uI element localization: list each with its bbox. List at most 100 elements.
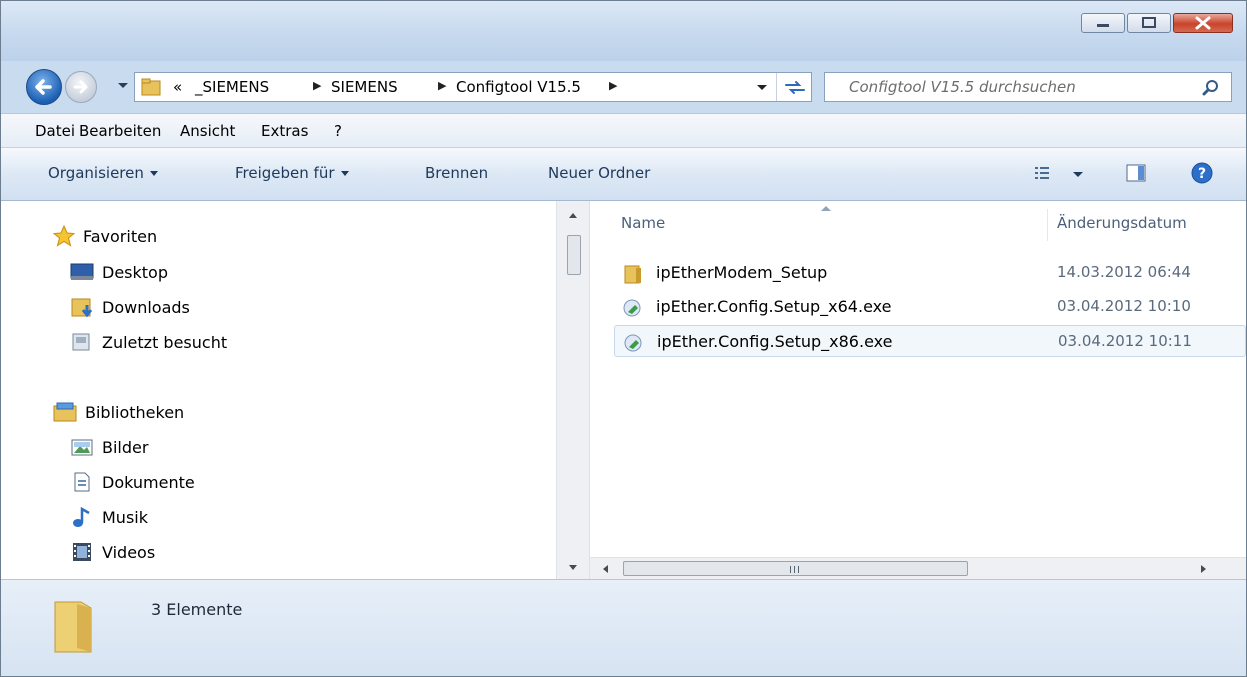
forward-button[interactable] bbox=[65, 71, 97, 103]
command-bar: Organisieren Freigeben für Brennen Neuer… bbox=[1, 147, 1246, 201]
nav-desktop[interactable]: Desktop bbox=[70, 258, 168, 286]
menu-bearbeiten[interactable]: Bearbeiten bbox=[79, 122, 161, 140]
installer-icon bbox=[623, 299, 641, 317]
nav-downloads-label: Downloads bbox=[102, 297, 190, 317]
file-name: ipEther.Config.Setup_x86.exe bbox=[657, 332, 893, 351]
star-icon bbox=[53, 225, 75, 247]
breadcrumb-overflow[interactable]: « bbox=[173, 78, 182, 96]
organize-label: Organisieren bbox=[48, 164, 144, 182]
nav-libraries[interactable]: Bibliotheken bbox=[53, 398, 184, 426]
menu-help[interactable]: ? bbox=[334, 122, 342, 140]
nav-recent-label: Zuletzt besucht bbox=[102, 332, 228, 352]
search-input[interactable]: Configtool V15.5 durchsuchen bbox=[849, 78, 1076, 96]
breadcrumb-separator-icon[interactable]: ▶ bbox=[438, 79, 446, 92]
title-bar bbox=[1, 1, 1246, 61]
nav-desktop-label: Desktop bbox=[102, 262, 168, 282]
new-folder-button[interactable]: Neuer Ordner bbox=[548, 164, 650, 182]
column-header: Name Änderungsdatum bbox=[590, 201, 1246, 249]
close-button[interactable] bbox=[1173, 13, 1233, 33]
scroll-down-icon[interactable] bbox=[557, 557, 589, 577]
nav-downloads[interactable]: Downloads bbox=[70, 293, 190, 321]
search-icon[interactable] bbox=[1201, 78, 1221, 98]
maximize-button[interactable] bbox=[1127, 13, 1171, 33]
nav-music[interactable]: Musik bbox=[70, 503, 148, 531]
nav-favorites-label: Favoriten bbox=[83, 226, 158, 246]
nav-documents[interactable]: Dokumente bbox=[70, 468, 195, 496]
scroll-right-icon[interactable] bbox=[1193, 559, 1213, 579]
chevron-down-icon bbox=[340, 171, 349, 176]
file-name: ipEtherModem_Setup bbox=[656, 263, 828, 282]
search-box[interactable]: Configtool V15.5 durchsuchen bbox=[824, 72, 1232, 102]
menu-extras[interactable]: Extras bbox=[261, 122, 308, 140]
pictures-icon bbox=[71, 439, 93, 456]
recent-pages-dropdown[interactable] bbox=[118, 83, 128, 88]
file-list: Name Änderungsdatum ipEtherModem_Setup 1… bbox=[590, 201, 1246, 580]
file-date: 03.04.2012 10:11 bbox=[1058, 332, 1192, 350]
breadcrumb-item[interactable]: Configtool V15.5 bbox=[456, 78, 581, 96]
column-date-header[interactable]: Änderungsdatum bbox=[1057, 214, 1187, 232]
share-label: Freigeben für bbox=[235, 164, 335, 182]
videos-icon bbox=[73, 543, 91, 561]
libraries-icon bbox=[53, 402, 77, 422]
refresh-button[interactable] bbox=[776, 73, 813, 101]
breadcrumb-separator-icon[interactable]: ▶ bbox=[609, 79, 617, 92]
nav-videos-label: Videos bbox=[102, 542, 156, 562]
maximize-icon bbox=[1142, 17, 1156, 28]
navigation-row: « _SIEMENS ▶ SIEMENS ▶ Configtool V15.5 … bbox=[1, 61, 1246, 113]
minimize-icon bbox=[1097, 24, 1109, 27]
nav-pictures[interactable]: Bilder bbox=[70, 433, 148, 461]
back-button[interactable] bbox=[26, 69, 62, 105]
refresh-icon bbox=[785, 81, 805, 94]
address-dropdown[interactable] bbox=[757, 85, 767, 90]
chevron-down-icon bbox=[149, 171, 158, 176]
details-pane: 3 Elemente bbox=[1, 579, 1246, 676]
column-divider[interactable] bbox=[1047, 209, 1048, 241]
organize-button[interactable]: Organisieren bbox=[48, 164, 158, 182]
file-row[interactable]: ipEtherModem_Setup 14.03.2012 06:44 bbox=[614, 257, 1246, 289]
horizontal-scrollbar[interactable] bbox=[590, 557, 1246, 580]
view-options-icon[interactable] bbox=[1034, 165, 1050, 181]
horizontal-scrollbar-thumb[interactable] bbox=[623, 561, 968, 576]
file-row[interactable]: ipEther.Config.Setup_x64.exe 03.04.2012 … bbox=[614, 291, 1246, 323]
nav-pictures-label: Bilder bbox=[102, 437, 149, 457]
navigation-pane: Favoriten Desktop Downloads Zuletzt besu… bbox=[1, 201, 590, 579]
menu-datei[interactable]: Datei bbox=[35, 122, 75, 140]
file-date: 14.03.2012 06:44 bbox=[1057, 263, 1191, 281]
documents-icon bbox=[74, 472, 90, 492]
scroll-up-icon[interactable] bbox=[557, 205, 589, 225]
breadcrumb-item[interactable]: SIEMENS bbox=[331, 78, 398, 96]
file-date: 03.04.2012 10:10 bbox=[1057, 297, 1191, 315]
preview-pane-icon[interactable] bbox=[1126, 163, 1146, 183]
burn-button[interactable]: Brennen bbox=[425, 164, 488, 182]
breadcrumb-separator-icon[interactable]: ▶ bbox=[313, 79, 321, 92]
grip-icon bbox=[790, 566, 799, 573]
breadcrumb-item[interactable]: _SIEMENS bbox=[195, 78, 269, 96]
arrow-left-icon bbox=[35, 79, 52, 95]
nav-libraries-label: Bibliotheken bbox=[85, 402, 185, 422]
nav-scrollbar-thumb[interactable] bbox=[567, 235, 581, 275]
folder-icon bbox=[54, 601, 92, 653]
minimize-button[interactable] bbox=[1081, 13, 1125, 33]
folder-icon bbox=[624, 265, 641, 284]
view-options-dropdown[interactable] bbox=[1073, 172, 1083, 177]
scroll-left-icon[interactable] bbox=[596, 559, 616, 579]
svg-text:?: ? bbox=[1198, 166, 1206, 182]
file-row[interactable]: ipEther.Config.Setup_x86.exe 03.04.2012 … bbox=[614, 325, 1246, 357]
downloads-folder-icon bbox=[71, 298, 93, 318]
nav-favorites[interactable]: Favoriten bbox=[53, 222, 157, 250]
nav-documents-label: Dokumente bbox=[102, 472, 195, 492]
music-note-icon bbox=[73, 506, 90, 527]
folder-icon bbox=[141, 78, 161, 96]
close-icon bbox=[1195, 16, 1211, 30]
column-name-header[interactable]: Name bbox=[621, 214, 665, 232]
nav-videos[interactable]: Videos bbox=[70, 538, 155, 566]
help-icon[interactable]: ? bbox=[1191, 162, 1213, 184]
desktop-icon bbox=[70, 263, 94, 280]
nav-music-label: Musik bbox=[102, 507, 148, 527]
share-button[interactable]: Freigeben für bbox=[235, 164, 349, 182]
address-bar[interactable]: « _SIEMENS ▶ SIEMENS ▶ Configtool V15.5 … bbox=[134, 72, 812, 102]
menu-ansicht[interactable]: Ansicht bbox=[180, 122, 235, 140]
nav-vertical-scrollbar[interactable] bbox=[556, 201, 589, 579]
recent-places-icon bbox=[72, 333, 90, 351]
nav-recent[interactable]: Zuletzt besucht bbox=[70, 328, 227, 356]
